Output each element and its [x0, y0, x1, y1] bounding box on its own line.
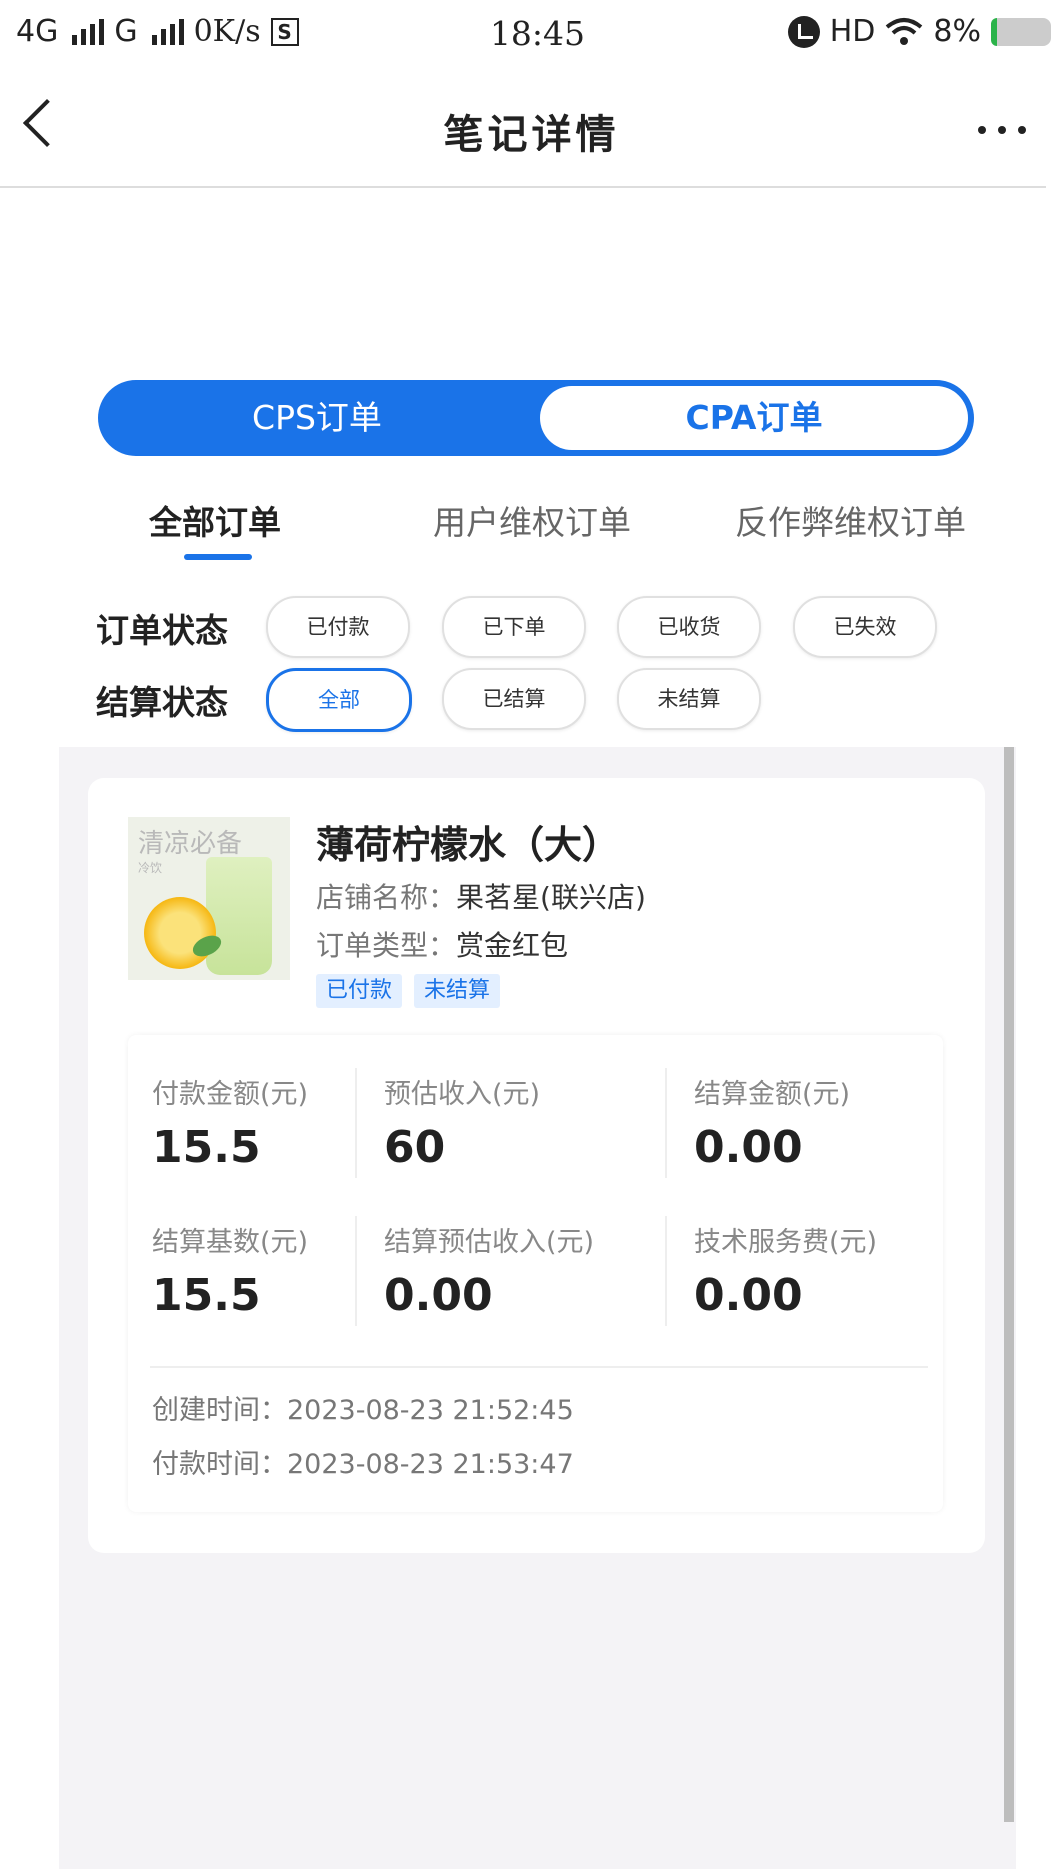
- order-type-value: 赏金红包: [456, 929, 569, 962]
- order-status-label: 订单状态: [96, 611, 228, 650]
- paid-time: 付款时间：2023-08-23 21:53:47: [152, 1449, 574, 1480]
- stat-value-settlement-base: 15.5: [152, 1270, 261, 1321]
- divider: [355, 1068, 357, 1178]
- product-thumbnail: 清凉必备 冷饮: [128, 817, 290, 980]
- status-badge-paid: 已付款: [316, 974, 403, 1008]
- shop-info: 店铺名称：果茗星(联兴店): [316, 876, 646, 916]
- wifi-icon: [885, 17, 923, 47]
- divider: [665, 1216, 667, 1326]
- lemon-image: [144, 897, 216, 969]
- tab-all-orders[interactable]: 全部订单: [149, 496, 281, 544]
- hd-indicator: HD: [829, 14, 876, 49]
- created-time: 创建时间：2023-08-23 21:52:45: [152, 1395, 574, 1426]
- tab-anti-fraud-orders[interactable]: 反作弊维权订单: [735, 496, 966, 544]
- page-title: 笔记详情: [443, 111, 620, 158]
- shop-label: 店铺名称：: [316, 881, 457, 914]
- order-type-label: 订单类型：: [316, 929, 457, 962]
- chip-settled[interactable]: 已结算: [442, 668, 586, 730]
- segment-cps-orders[interactable]: CPS订单: [98, 380, 536, 456]
- tab-user-rights-orders[interactable]: 用户维权订单: [433, 496, 631, 544]
- status-badge-unsettled: 未结算: [414, 974, 501, 1008]
- thumbnail-subtext: 冷饮: [138, 861, 163, 875]
- more-options-icon[interactable]: [978, 126, 1026, 134]
- status-bar: 4G G 0K/s S 18:45 HD 8%: [0, 0, 1051, 66]
- chip-all[interactable]: 全部: [266, 668, 412, 732]
- divider: [150, 1366, 928, 1368]
- drink-cup-image: [206, 857, 272, 975]
- stat-value-estimated-income: 60: [384, 1122, 446, 1173]
- active-tab-indicator: [184, 554, 252, 560]
- alarm-clock-icon: [787, 15, 820, 48]
- nav-bar: 笔记详情: [0, 66, 1046, 188]
- chip-unsettled[interactable]: 未结算: [617, 668, 761, 730]
- battery-icon: [991, 17, 1051, 46]
- stat-value-payment-amount: 15.5: [152, 1122, 261, 1173]
- battery-percent: 8%: [933, 14, 981, 49]
- stat-value-settlement-estimated-income: 0.00: [384, 1270, 493, 1321]
- stat-label-settlement-amount: 结算金额(元): [694, 1079, 851, 1110]
- stat-value-settlement-amount: 0.00: [694, 1122, 803, 1173]
- stat-label-tech-service-fee: 技术服务费(元): [694, 1227, 878, 1258]
- divider: [355, 1216, 357, 1326]
- stat-label-settlement-estimated-income: 结算预估收入(元): [384, 1227, 595, 1258]
- stat-label-payment-amount: 付款金额(元): [152, 1079, 309, 1110]
- product-title: 薄荷柠檬水（大）: [316, 823, 621, 867]
- thumbnail-text: 清凉必备: [138, 829, 243, 859]
- stat-label-estimated-income: 预估收入(元): [384, 1079, 541, 1110]
- settle-status-label: 结算状态: [96, 683, 228, 722]
- chip-received[interactable]: 已收货: [617, 596, 761, 658]
- chip-paid[interactable]: 已付款: [266, 596, 410, 658]
- stat-label-settlement-base: 结算基数(元): [152, 1227, 309, 1258]
- order-type-segment: CPS订单 CPA订单: [98, 380, 974, 456]
- chip-ordered[interactable]: 已下单: [442, 596, 586, 658]
- status-right: HD 8%: [787, 14, 1051, 49]
- chip-expired[interactable]: 已失效: [793, 596, 937, 658]
- segment-cpa-orders[interactable]: CPA订单: [540, 386, 968, 450]
- shop-name: 果茗星(联兴店): [456, 881, 646, 914]
- divider: [665, 1068, 667, 1178]
- order-type-info: 订单类型：赏金红包: [316, 924, 568, 964]
- scrollbar[interactable]: [1004, 747, 1014, 1822]
- stat-value-tech-service-fee: 0.00: [694, 1270, 803, 1321]
